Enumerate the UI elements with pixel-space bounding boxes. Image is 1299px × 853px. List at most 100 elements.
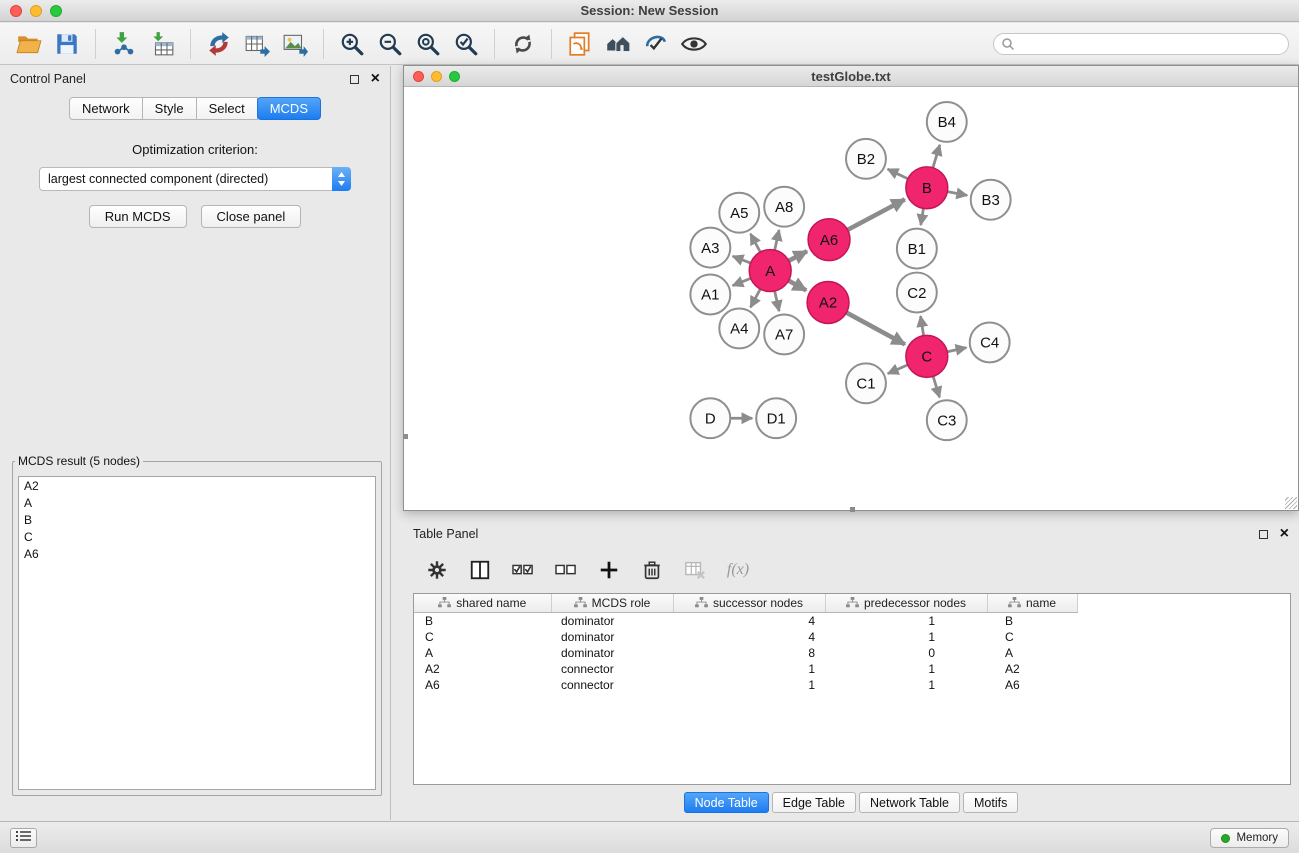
- result-item[interactable]: A: [19, 494, 375, 511]
- home-icon[interactable]: [599, 25, 637, 63]
- cell[interactable]: 8: [673, 645, 825, 661]
- edge-A-A6[interactable]: [789, 251, 807, 261]
- cell[interactable]: 1: [673, 677, 825, 693]
- import-table-icon[interactable]: [143, 25, 181, 63]
- cell[interactable]: A6: [414, 677, 551, 693]
- memory-button[interactable]: Memory: [1210, 828, 1289, 848]
- cell[interactable]: 0: [825, 645, 987, 661]
- table-row[interactable]: A2connector11A2: [414, 661, 1077, 677]
- zoom-in-icon[interactable]: [333, 25, 371, 63]
- export-image-icon[interactable]: [276, 25, 314, 63]
- dropdown-stepper-icon[interactable]: [332, 167, 351, 191]
- close-panel-icon[interactable]: ×: [371, 71, 380, 87]
- float-panel-icon[interactable]: [350, 75, 359, 84]
- documents-icon[interactable]: [561, 25, 599, 63]
- tab-network-table[interactable]: Network Table: [859, 792, 960, 813]
- add-row-icon[interactable]: [595, 559, 623, 581]
- edge-A2-C[interactable]: [846, 313, 905, 345]
- result-item[interactable]: A6: [19, 545, 375, 562]
- cell[interactable]: 1: [673, 661, 825, 677]
- network-zoom-button[interactable]: [449, 71, 460, 82]
- table-float-panel-icon[interactable]: [1259, 530, 1268, 539]
- column-header-shared-name[interactable]: shared name: [414, 594, 551, 612]
- tab-select[interactable]: Select: [196, 97, 258, 120]
- network-canvas[interactable]: AA1A2A3A4A5A6A7A8BB1B2B3B4CC1C2C3C4DD1: [404, 88, 1298, 510]
- cell[interactable]: 1: [825, 612, 987, 629]
- edge-A-A3[interactable]: [733, 256, 751, 263]
- network-minimize-button[interactable]: [431, 71, 442, 82]
- table-row[interactable]: A6connector11A6: [414, 677, 1077, 693]
- tab-edge-table[interactable]: Edge Table: [772, 792, 856, 813]
- tab-style[interactable]: Style: [142, 97, 197, 120]
- columns-icon[interactable]: [466, 559, 494, 581]
- cell[interactable]: C: [987, 629, 1077, 645]
- edge-C-C1[interactable]: [888, 365, 908, 374]
- import-network-icon[interactable]: [105, 25, 143, 63]
- table-close-panel-icon[interactable]: ×: [1280, 526, 1289, 542]
- result-item[interactable]: A2: [19, 477, 375, 494]
- close-window-button[interactable]: [10, 5, 22, 17]
- cell[interactable]: 1: [825, 629, 987, 645]
- resize-handle-bottom[interactable]: [850, 507, 855, 512]
- cell[interactable]: A: [987, 645, 1077, 661]
- zoom-window-button[interactable]: [50, 5, 62, 17]
- cell[interactable]: A: [414, 645, 551, 661]
- column-header-predecessor-nodes[interactable]: predecessor nodes: [825, 594, 987, 612]
- zoom-out-icon[interactable]: [371, 25, 409, 63]
- open-session-icon[interactable]: [10, 25, 48, 63]
- resize-grip-icon[interactable]: [1285, 497, 1297, 509]
- edge-C-C2[interactable]: [921, 316, 924, 336]
- refresh-layout-icon[interactable]: [504, 25, 542, 63]
- zoom-fit-icon[interactable]: [409, 25, 447, 63]
- tab-node-table[interactable]: Node Table: [684, 792, 769, 813]
- cell[interactable]: connector: [551, 661, 673, 677]
- tab-mcds[interactable]: MCDS: [257, 97, 321, 120]
- cell[interactable]: 1: [825, 677, 987, 693]
- network-graph[interactable]: AA1A2A3A4A5A6A7A8BB1B2B3B4CC1C2C3C4DD1: [404, 88, 1298, 510]
- mcds-result-list[interactable]: A2ABCA6: [18, 476, 376, 790]
- cell[interactable]: C: [414, 629, 551, 645]
- cell[interactable]: 4: [673, 612, 825, 629]
- edge-A6-B[interactable]: [848, 199, 905, 229]
- edge-B-B3[interactable]: [947, 192, 967, 196]
- column-header-name[interactable]: name: [987, 594, 1077, 612]
- delete-row-icon[interactable]: [638, 559, 666, 581]
- cell[interactable]: connector: [551, 677, 673, 693]
- save-session-icon[interactable]: [48, 25, 86, 63]
- result-item[interactable]: C: [19, 528, 375, 545]
- column-header-mcds-role[interactable]: MCDS role: [551, 594, 673, 612]
- minimize-window-button[interactable]: [30, 5, 42, 17]
- cell[interactable]: dominator: [551, 645, 673, 661]
- destroy-table-icon[interactable]: [681, 559, 709, 581]
- cell[interactable]: B: [987, 612, 1077, 629]
- close-panel-button[interactable]: Close panel: [201, 205, 302, 228]
- tab-motifs[interactable]: Motifs: [963, 792, 1018, 813]
- settings-icon[interactable]: [423, 559, 451, 581]
- eye-icon[interactable]: [675, 25, 713, 63]
- column-header-successor-nodes[interactable]: successor nodes: [673, 594, 825, 612]
- cell[interactable]: dominator: [551, 612, 673, 629]
- table-row[interactable]: Cdominator41C: [414, 629, 1077, 645]
- result-item[interactable]: B: [19, 511, 375, 528]
- cell[interactable]: B: [414, 612, 551, 629]
- edge-A-A8[interactable]: [775, 230, 779, 250]
- export-table-icon[interactable]: [238, 25, 276, 63]
- criterion-dropdown[interactable]: largest connected component (directed): [39, 167, 351, 191]
- tab-network[interactable]: Network: [69, 97, 143, 120]
- style-check-icon[interactable]: [637, 25, 675, 63]
- cell[interactable]: A2: [987, 661, 1077, 677]
- export-network-icon[interactable]: [200, 25, 238, 63]
- edge-A-A5[interactable]: [751, 234, 761, 252]
- edge-B-B4[interactable]: [933, 145, 940, 168]
- search-input[interactable]: [993, 33, 1289, 55]
- table-row[interactable]: Bdominator41B: [414, 612, 1077, 629]
- edge-C-C4[interactable]: [947, 348, 966, 352]
- select-all-icon[interactable]: [509, 560, 537, 580]
- deselect-all-icon[interactable]: [552, 560, 580, 580]
- cell[interactable]: 1: [825, 661, 987, 677]
- zoom-selected-icon[interactable]: [447, 25, 485, 63]
- edge-B-B1[interactable]: [921, 208, 924, 225]
- task-history-button[interactable]: [10, 828, 37, 848]
- edge-A-A2[interactable]: [789, 281, 807, 291]
- function-builder-icon[interactable]: f(x): [724, 561, 752, 579]
